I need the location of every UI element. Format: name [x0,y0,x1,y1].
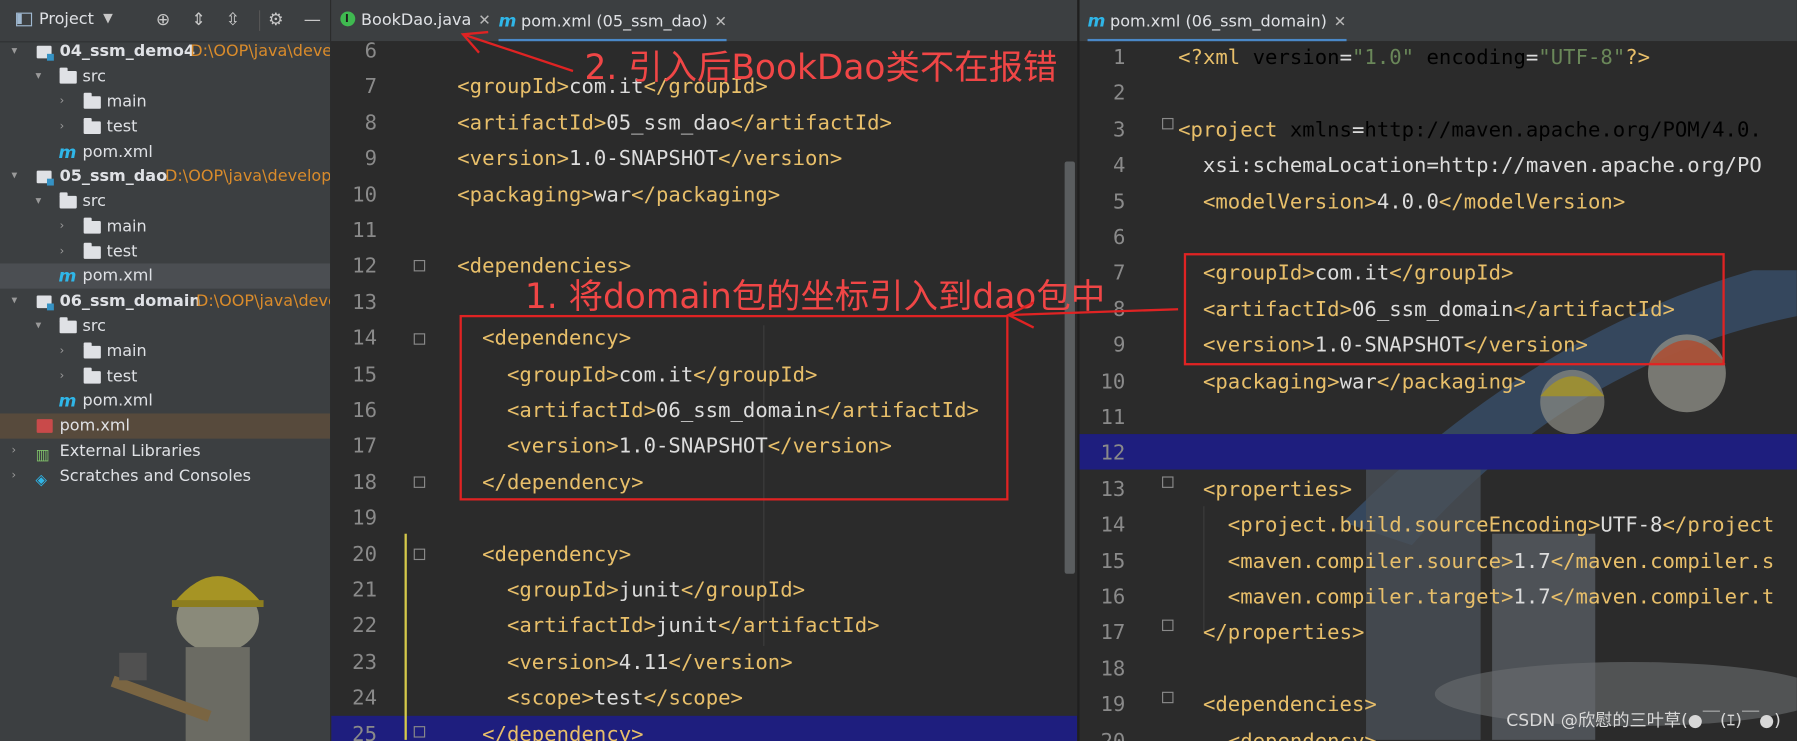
annotation-arrows [460,30,1179,329]
arrow-step-2 [460,30,574,73]
arrow-step-1 [1005,301,1179,329]
watermark: CSDN @欣慰的三叶草(●￣(ｴ)￣●) [1506,710,1781,731]
